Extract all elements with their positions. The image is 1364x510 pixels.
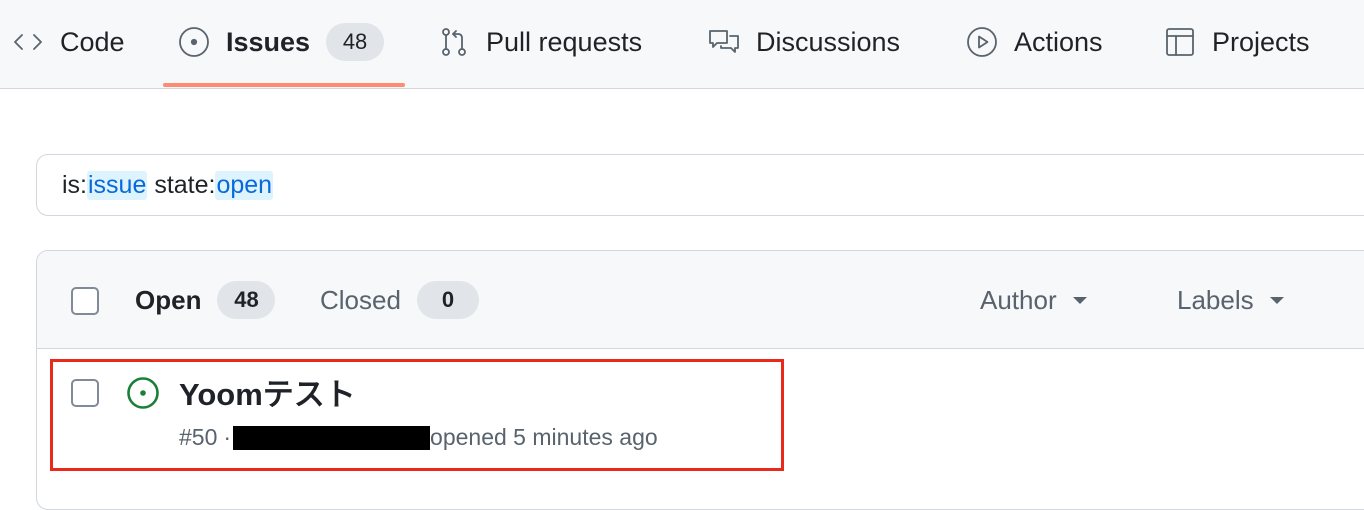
- play-icon: [967, 27, 997, 57]
- tab-code-label: Code: [60, 26, 125, 57]
- labels-filter-label: Labels: [1177, 284, 1254, 315]
- search-token-issue: issue: [87, 170, 148, 200]
- issue-number: #50: [179, 424, 218, 450]
- tab-issues-label: Issues: [226, 26, 311, 57]
- git-pull-request-icon: [442, 28, 466, 56]
- issue-opened-time: opened 5 minutes ago: [430, 424, 658, 450]
- closed-issues-tab[interactable]: Closed 0: [320, 281, 479, 319]
- tab-code[interactable]: Code: [12, 22, 125, 62]
- select-all-checkbox[interactable]: [71, 287, 99, 315]
- redacted-author: [233, 425, 431, 450]
- selected-tab-underline: [163, 83, 405, 87]
- issues-list-header: Open 48 Closed 0 Author Labels: [37, 251, 1364, 349]
- tab-projects-label: Projects: [1212, 26, 1310, 57]
- issue-opened-icon: [127, 377, 159, 409]
- meta-separator: ·: [223, 424, 232, 450]
- open-label: Open: [135, 284, 202, 315]
- issue-opened-icon: [179, 27, 209, 57]
- author-filter-label: Author: [980, 284, 1057, 315]
- issue-title-link[interactable]: Yoomテスト: [179, 369, 356, 414]
- issue-meta: #50 · opened 5 minutes ago: [179, 424, 658, 451]
- labels-filter[interactable]: Labels: [1177, 281, 1284, 319]
- comment-discussion-icon: [709, 30, 739, 53]
- search-qualifier-state: state:: [147, 170, 216, 199]
- search-qualifier-is: is:: [62, 170, 87, 199]
- table-icon: [1166, 28, 1194, 56]
- closed-label: Closed: [320, 284, 401, 315]
- issue-checkbox[interactable]: [71, 379, 99, 407]
- open-issues-tab[interactable]: Open 48: [135, 281, 276, 319]
- tab-projects[interactable]: Projects: [1164, 22, 1310, 62]
- code-icon: [14, 34, 42, 50]
- author-filter[interactable]: Author: [980, 281, 1087, 319]
- tab-pull-requests[interactable]: Pull requests: [438, 22, 642, 62]
- tab-pull-requests-label: Pull requests: [486, 26, 643, 57]
- closed-count-badge: 0: [416, 281, 479, 319]
- chevron-down-icon: [1072, 296, 1087, 304]
- tab-discussions-label: Discussions: [756, 26, 901, 57]
- issues-count-badge: 48: [326, 23, 385, 61]
- issues-search-input[interactable]: is: issue state: open: [36, 154, 1364, 216]
- issues-list: Open 48 Closed 0 Author Labels Yoomテスト #…: [36, 250, 1364, 510]
- tab-actions[interactable]: Actions: [966, 22, 1103, 62]
- chevron-down-icon: [1269, 296, 1284, 304]
- repo-nav: Code Issues 48 Pull requests Discussions…: [0, 0, 1364, 89]
- search-token-open: open: [215, 170, 274, 200]
- tab-discussions[interactable]: Discussions: [708, 22, 900, 62]
- tab-issues[interactable]: Issues 48: [178, 22, 385, 62]
- open-count-badge: 48: [217, 281, 276, 319]
- tab-actions-label: Actions: [1014, 26, 1103, 57]
